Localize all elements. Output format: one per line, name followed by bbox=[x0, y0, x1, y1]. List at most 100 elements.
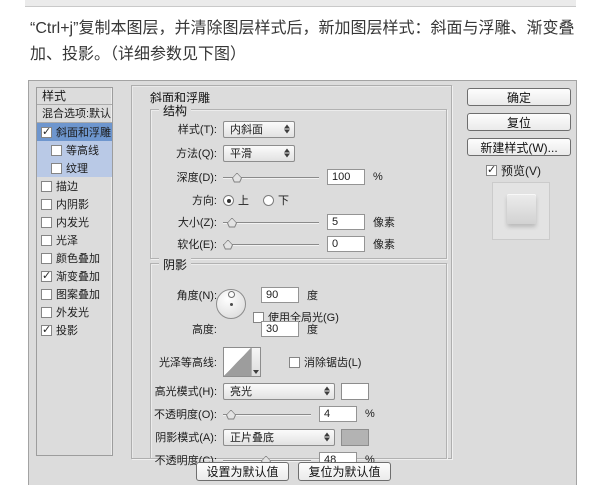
depth-value: 100 bbox=[332, 171, 350, 183]
soften-label: 软化(E): bbox=[153, 236, 217, 252]
soften-slider[interactable] bbox=[223, 238, 319, 251]
preview-checkbox[interactable]: ✓ bbox=[486, 165, 497, 176]
outer-glow-checkbox[interactable] bbox=[41, 307, 52, 318]
depth-unit: % bbox=[373, 171, 383, 183]
altitude-value: 30 bbox=[266, 323, 278, 335]
sidebar-item-label: 描边 bbox=[56, 178, 78, 194]
sidebar-item-label: 斜面和浮雕 bbox=[56, 124, 111, 140]
sidebar-item-stroke[interactable]: 描边 bbox=[37, 177, 112, 195]
sidebar-item-label: 图案叠加 bbox=[56, 286, 100, 302]
angle-input[interactable]: 90 bbox=[261, 287, 299, 303]
highlight-mode-dropdown[interactable]: 亮光 bbox=[223, 383, 335, 400]
sidebar-item-label: 外发光 bbox=[56, 304, 89, 320]
slider-thumb[interactable] bbox=[226, 410, 236, 420]
contour-checkbox[interactable] bbox=[51, 145, 62, 156]
sidebar-item-blending-options[interactable]: 混合选项:默认 bbox=[37, 105, 112, 123]
slider-thumb[interactable] bbox=[227, 218, 237, 228]
angle-dial[interactable] bbox=[216, 289, 246, 319]
direction-down-radio[interactable] bbox=[263, 195, 274, 206]
contour-dropdown-strip[interactable] bbox=[251, 348, 260, 376]
reset-default-button[interactable]: 复位为默认值 bbox=[298, 462, 391, 481]
sidebar-item-color-overlay[interactable]: 颜色叠加 bbox=[37, 249, 112, 267]
style-dropdown[interactable]: 内斜面 bbox=[223, 121, 295, 138]
shadow-mode-row: 阴影模式(A): 正片叠底 bbox=[153, 428, 444, 446]
gradient-overlay-checkbox[interactable]: ✓ bbox=[41, 271, 52, 282]
soften-input[interactable]: 0 bbox=[327, 236, 365, 252]
angle-indicator-icon bbox=[228, 291, 235, 298]
contour-thumbnail-icon bbox=[224, 348, 251, 376]
angle-label: 角度(N): bbox=[153, 287, 217, 303]
sidebar-item-inner-glow[interactable]: 内发光 bbox=[37, 213, 112, 231]
depth-row: 深度(D): 100 % bbox=[153, 168, 444, 186]
soften-value: 0 bbox=[332, 238, 338, 250]
layer-style-dialog: 样式 混合选项:默认 ✓ 斜面和浮雕 等高线 纹理 描边 bbox=[28, 80, 577, 485]
reset-button[interactable]: 复位 bbox=[467, 113, 571, 131]
depth-slider[interactable] bbox=[223, 171, 319, 184]
cropped-window-edge bbox=[25, 0, 576, 7]
highlight-mode-row: 高光模式(H): 亮光 bbox=[153, 382, 444, 400]
sidebar-item-bevel-emboss[interactable]: ✓ 斜面和浮雕 bbox=[37, 123, 112, 141]
highlight-opacity-label: 不透明度(O): bbox=[153, 406, 217, 422]
altitude-input[interactable]: 30 bbox=[261, 321, 299, 337]
styles-sidebar: 样式 混合选项:默认 ✓ 斜面和浮雕 等高线 纹理 描边 bbox=[36, 87, 113, 456]
sidebar-item-texture[interactable]: 纹理 bbox=[37, 159, 112, 177]
anti-alias-label: 消除锯齿(L) bbox=[304, 354, 361, 370]
slider-thumb[interactable] bbox=[223, 240, 233, 250]
sidebar-item-pattern-overlay[interactable]: 图案叠加 bbox=[37, 285, 112, 303]
slider-thumb[interactable] bbox=[232, 173, 242, 183]
size-slider[interactable] bbox=[223, 216, 319, 229]
size-label: 大小(Z): bbox=[153, 214, 217, 230]
bevel-emboss-checkbox[interactable]: ✓ bbox=[41, 127, 52, 138]
size-input[interactable]: 5 bbox=[327, 214, 365, 230]
slider-track bbox=[223, 244, 319, 246]
slider-track bbox=[223, 414, 311, 416]
direction-down-label: 下 bbox=[278, 192, 289, 208]
highlight-color-swatch[interactable] bbox=[341, 383, 369, 400]
anti-alias-checkbox[interactable] bbox=[289, 357, 300, 368]
sidebar-item-drop-shadow[interactable]: ✓ 投影 bbox=[37, 321, 112, 339]
sidebar-item-outer-glow[interactable]: 外发光 bbox=[37, 303, 112, 321]
instruction-text: “Ctrl+j”复制本图层，并清除图层样式后，新加图层样式：斜面与浮雕、渐变叠 … bbox=[30, 16, 592, 68]
updown-arrows-icon bbox=[284, 149, 290, 158]
sidebar-item-label: 等高线 bbox=[66, 142, 99, 158]
check-icon: ✓ bbox=[487, 163, 496, 176]
size-row: 大小(Z): 5 像素 bbox=[153, 213, 444, 231]
color-overlay-checkbox[interactable] bbox=[41, 253, 52, 264]
shadow-mode-value: 正片叠底 bbox=[230, 429, 274, 445]
soften-row: 软化(E): 0 像素 bbox=[153, 235, 444, 253]
updown-arrows-icon bbox=[324, 433, 330, 442]
sidebar-item-contour[interactable]: 等高线 bbox=[37, 141, 112, 159]
sidebar-title: 样式 bbox=[37, 88, 112, 105]
updown-arrows-icon bbox=[284, 125, 290, 134]
check-icon: ✓ bbox=[42, 269, 51, 282]
technique-dropdown[interactable]: 平滑 bbox=[223, 145, 295, 162]
gloss-contour-label: 光泽等高线: bbox=[153, 354, 217, 370]
drop-shadow-checkbox[interactable]: ✓ bbox=[41, 325, 52, 336]
gloss-contour-picker[interactable] bbox=[223, 347, 261, 377]
satin-checkbox[interactable] bbox=[41, 235, 52, 246]
angle-row: 角度(N): 90 度 bbox=[153, 286, 444, 304]
instruction-line-2: 加、投影。（详细参数见下图） bbox=[30, 42, 592, 68]
shadow-color-swatch[interactable] bbox=[341, 429, 369, 446]
ok-button[interactable]: 确定 bbox=[467, 88, 571, 106]
new-style-button[interactable]: 新建样式(W)... bbox=[467, 138, 571, 156]
depth-input[interactable]: 100 bbox=[327, 169, 365, 185]
sidebar-item-gradient-overlay[interactable]: ✓ 渐变叠加 bbox=[37, 267, 112, 285]
shadow-mode-dropdown[interactable]: 正片叠底 bbox=[223, 429, 335, 446]
sidebar-item-satin[interactable]: 光泽 bbox=[37, 231, 112, 249]
texture-checkbox[interactable] bbox=[51, 163, 62, 174]
pattern-overlay-checkbox[interactable] bbox=[41, 289, 52, 300]
inner-glow-checkbox[interactable] bbox=[41, 217, 52, 228]
stroke-checkbox[interactable] bbox=[41, 181, 52, 192]
technique-row: 方法(Q): 平滑 bbox=[153, 144, 444, 162]
sidebar-item-inner-shadow[interactable]: 内阴影 bbox=[37, 195, 112, 213]
style-preview-thumbnail bbox=[492, 182, 550, 240]
size-unit: 像素 bbox=[373, 214, 395, 230]
inner-shadow-checkbox[interactable] bbox=[41, 199, 52, 210]
direction-up-radio[interactable] bbox=[223, 195, 234, 206]
highlight-opacity-input[interactable]: 4 bbox=[319, 406, 357, 422]
highlight-mode-value: 亮光 bbox=[230, 383, 252, 399]
set-default-button[interactable]: 设置为默认值 bbox=[196, 462, 289, 481]
altitude-row: 高度: 30 度 bbox=[153, 320, 444, 338]
highlight-opacity-slider[interactable] bbox=[223, 408, 311, 421]
